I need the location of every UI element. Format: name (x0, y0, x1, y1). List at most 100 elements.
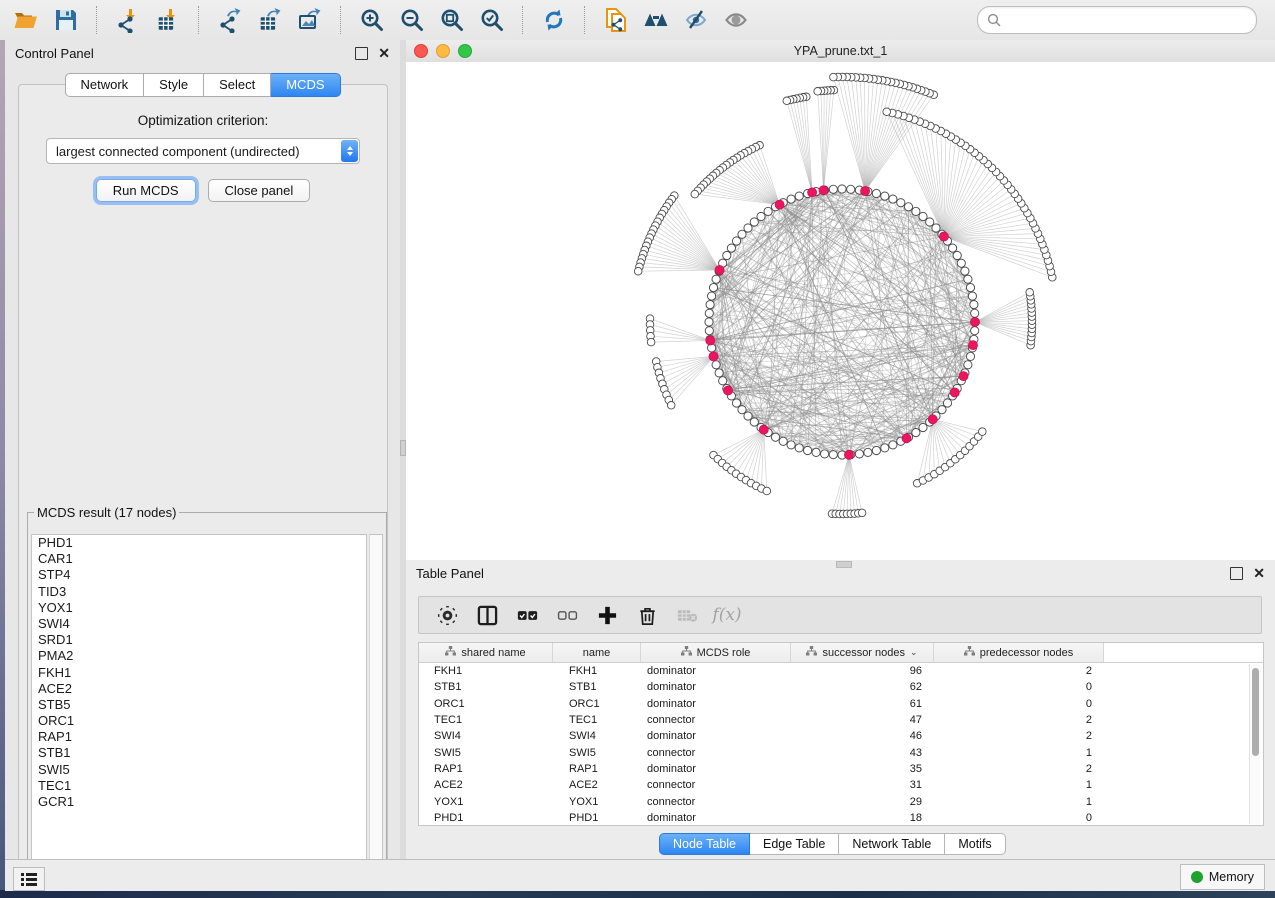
delete-column-icon[interactable] (629, 599, 665, 631)
cell-mcds_role[interactable]: dominator (641, 681, 791, 693)
cell-shared_name[interactable]: YOX1 (419, 796, 553, 808)
mcds-result-item[interactable]: CAR1 (32, 551, 366, 567)
network-graph[interactable] (406, 62, 1275, 560)
mcds-result-item[interactable]: STP4 (32, 567, 366, 583)
cell-shared_name[interactable]: RAP1 (419, 763, 553, 775)
cell-successor_nodes[interactable]: 46 (791, 730, 934, 742)
cell-predecessor_nodes[interactable]: 0 (934, 681, 1104, 693)
cell-shared_name[interactable]: STB1 (419, 681, 553, 693)
table-row[interactable]: TEC1TEC1connector472 (419, 712, 1263, 728)
tab-network-table[interactable]: Network Table (839, 833, 945, 855)
tab-node-table[interactable]: Node Table (659, 833, 750, 855)
cell-predecessor_nodes[interactable]: 2 (934, 730, 1104, 742)
gear-icon[interactable] (429, 599, 465, 631)
cell-successor_nodes[interactable]: 35 (791, 763, 934, 775)
column-header-MCDS-role[interactable]: MCDS role (641, 643, 791, 662)
run-mcds-button[interactable]: Run MCDS (96, 179, 196, 202)
cell-name[interactable]: STB1 (553, 681, 641, 693)
close-table-panel-icon[interactable]: ✕ (1253, 568, 1265, 579)
table-row[interactable]: PHD1PHD1dominator180 (419, 810, 1263, 826)
cell-predecessor_nodes[interactable]: 2 (934, 714, 1104, 726)
cell-name[interactable]: RAP1 (553, 763, 641, 775)
cell-successor_nodes[interactable]: 29 (791, 796, 934, 808)
result-list-scrollbar[interactable] (369, 534, 383, 882)
import-network-icon[interactable] (108, 4, 148, 36)
split-view-icon[interactable] (469, 599, 505, 631)
mcds-result-item[interactable]: TID3 (32, 584, 366, 600)
column-menu-chevron-icon[interactable]: ⌄ (910, 647, 918, 658)
mcds-result-item[interactable]: SWI4 (32, 616, 366, 632)
cell-shared_name[interactable]: ACE2 (419, 779, 553, 791)
cell-predecessor_nodes[interactable]: 2 (934, 665, 1104, 677)
column-header-successor-nodes[interactable]: successor nodes⌄ (791, 643, 934, 662)
tab-network[interactable]: Network (64, 73, 144, 97)
refresh-layout-icon[interactable] (534, 4, 574, 36)
cell-mcds_role[interactable]: connector (641, 796, 791, 808)
binoculars-icon[interactable] (636, 4, 676, 36)
cell-mcds_role[interactable]: dominator (641, 812, 791, 824)
cell-name[interactable]: PHD1 (553, 812, 641, 824)
table-row[interactable]: STB1STB1dominator620 (419, 679, 1263, 695)
tab-mcds[interactable]: MCDS (271, 73, 340, 97)
cell-mcds_role[interactable]: dominator (641, 698, 791, 710)
tab-motifs[interactable]: Motifs (945, 833, 1005, 855)
mcds-result-item[interactable]: PMA2 (32, 648, 366, 664)
mcds-result-item[interactable]: RAP1 (32, 729, 366, 745)
cell-shared_name[interactable]: ORC1 (419, 698, 553, 710)
column-header-shared-name[interactable]: shared name (419, 643, 553, 662)
import-table-icon[interactable] (148, 4, 188, 36)
hide-selection-icon[interactable] (676, 4, 716, 36)
network-window-titlebar[interactable]: YPA_prune.txt_1 (406, 40, 1275, 63)
table-row[interactable]: RAP1RAP1dominator352 (419, 761, 1263, 777)
function-builder-icon[interactable]: f(x) (709, 599, 745, 631)
export-table-icon[interactable] (250, 4, 290, 36)
cell-name[interactable]: ORC1 (553, 698, 641, 710)
mcds-result-item[interactable]: YOX1 (32, 600, 366, 616)
cell-successor_nodes[interactable]: 18 (791, 812, 934, 824)
zoom-out-icon[interactable] (392, 4, 432, 36)
tab-style[interactable]: Style (144, 73, 204, 97)
cell-successor_nodes[interactable]: 43 (791, 747, 934, 759)
float-panel-icon[interactable] (355, 47, 368, 60)
mcds-result-item[interactable]: PHD1 (32, 535, 366, 551)
mcds-result-item[interactable]: TEC1 (32, 778, 366, 794)
mcds-result-item[interactable]: SWI5 (32, 762, 366, 778)
mcds-result-item[interactable]: GCR1 (32, 794, 366, 810)
cell-mcds_role[interactable]: connector (641, 747, 791, 759)
float-table-panel-icon[interactable] (1230, 567, 1243, 580)
export-network-icon[interactable] (210, 4, 250, 36)
mcds-result-item[interactable]: ORC1 (32, 713, 366, 729)
mcds-result-item[interactable]: SRD1 (32, 632, 366, 648)
mcds-result-item[interactable]: STB1 (32, 745, 366, 761)
table-row[interactable]: ACE2ACE2connector311 (419, 777, 1263, 793)
cell-predecessor_nodes[interactable]: 0 (934, 812, 1104, 824)
mcds-result-item[interactable]: FKH1 (32, 665, 366, 681)
cell-shared_name[interactable]: FKH1 (419, 665, 553, 677)
cell-mcds_role[interactable]: connector (641, 714, 791, 726)
table-row[interactable]: SWI5SWI5connector431 (419, 744, 1263, 760)
deselect-all-checkbox-icon[interactable] (549, 599, 585, 631)
mcds-result-item[interactable]: STB5 (32, 697, 366, 713)
column-header-predecessor-nodes[interactable]: predecessor nodes (934, 643, 1104, 662)
memory-button[interactable]: Memory (1180, 864, 1265, 890)
cell-successor_nodes[interactable]: 61 (791, 698, 934, 710)
search-box[interactable] (977, 6, 1257, 34)
cell-name[interactable]: ACE2 (553, 779, 641, 791)
zoom-selected-icon[interactable] (472, 4, 512, 36)
cell-mcds_role[interactable]: dominator (641, 763, 791, 775)
cell-successor_nodes[interactable]: 62 (791, 681, 934, 693)
network-canvas[interactable] (406, 62, 1275, 560)
cell-mcds_role[interactable]: dominator (641, 665, 791, 677)
open-file-icon[interactable] (6, 4, 46, 36)
cell-successor_nodes[interactable]: 96 (791, 665, 934, 677)
cell-mcds_role[interactable]: dominator (641, 730, 791, 742)
cell-name[interactable]: SWI4 (553, 730, 641, 742)
show-all-eye-icon[interactable] (716, 4, 756, 36)
select-all-checkbox-icon[interactable] (509, 599, 545, 631)
cell-predecessor_nodes[interactable]: 2 (934, 763, 1104, 775)
cell-name[interactable]: YOX1 (553, 796, 641, 808)
delete-table-icon[interactable] (669, 599, 705, 631)
cell-predecessor_nodes[interactable]: 1 (934, 796, 1104, 808)
cell-successor_nodes[interactable]: 31 (791, 779, 934, 791)
duplicate-network-icon[interactable] (596, 4, 636, 36)
